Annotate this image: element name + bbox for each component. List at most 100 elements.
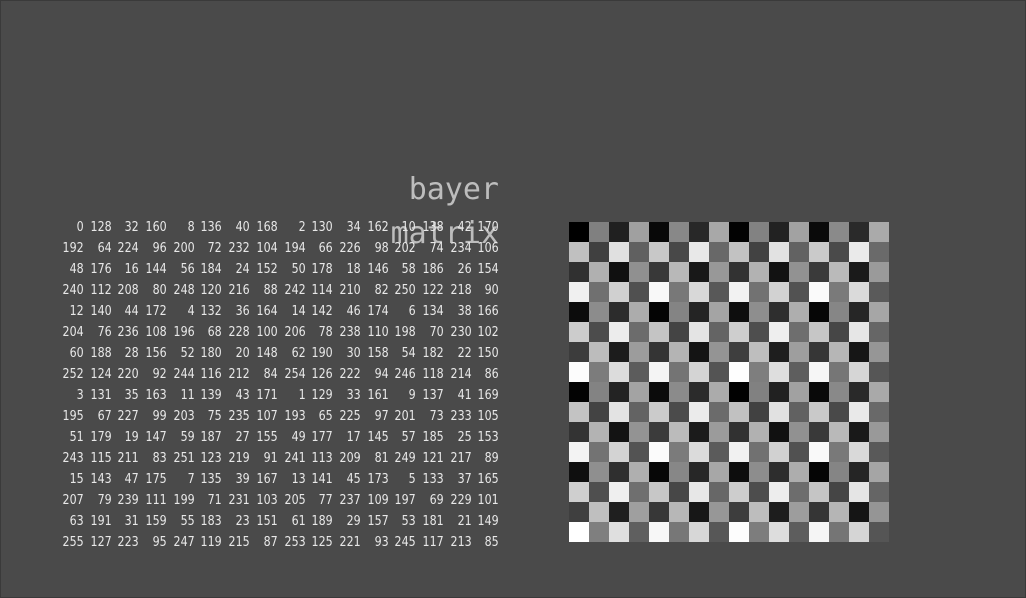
matrix-row: 240 112 208 80 248 120 216 88 242 114 210 82 250 122 2…	[56, 280, 499, 301]
matrix-cell: 130	[311, 219, 333, 235]
matrix-cell: 84	[263, 366, 278, 382]
pattern-cell	[689, 422, 709, 442]
matrix-cell: 213	[450, 534, 472, 550]
matrix-cell: 90	[484, 282, 499, 298]
pattern-cell	[629, 462, 649, 482]
pattern-cell	[769, 382, 789, 402]
matrix-cell: 24	[235, 261, 250, 277]
pattern-cell	[649, 262, 669, 282]
pattern-cell	[869, 522, 889, 542]
pattern-cell	[829, 362, 849, 382]
matrix-cell: 185	[422, 429, 444, 445]
pattern-cell	[569, 362, 589, 382]
matrix-cell: 173	[367, 471, 389, 487]
pattern-cell	[569, 502, 589, 522]
pattern-cell	[749, 442, 769, 462]
pattern-cell	[729, 222, 749, 242]
matrix-cell: 42	[457, 219, 472, 235]
pattern-cell	[589, 242, 609, 262]
matrix-cell: 95	[152, 534, 167, 550]
matrix-cell: 180	[200, 345, 223, 361]
pattern-cell	[829, 342, 849, 362]
pattern-cell	[609, 402, 629, 422]
matrix-cell: 243	[62, 450, 84, 466]
matrix-cell: 163	[145, 387, 167, 403]
matrix-row: 0 128 32 160 8 136 40 168 2 130 34 162 10 138 42 170	[56, 217, 499, 238]
matrix-cell: 247	[173, 534, 195, 550]
pattern-cell	[609, 502, 629, 522]
matrix-cell: 158	[367, 345, 389, 361]
matrix-cell: 47	[124, 471, 140, 487]
pattern-cell	[669, 482, 689, 502]
pattern-cell	[689, 282, 709, 302]
matrix-cell: 184	[200, 261, 223, 277]
matrix-cell: 193	[284, 408, 306, 424]
matrix-row: 195 67 227 99 203 75 235 107 193 65 225 97 201 73 233 1…	[56, 406, 499, 427]
matrix-cell: 196	[173, 324, 195, 340]
pattern-cell	[609, 482, 629, 502]
matrix-cell: 141	[311, 471, 333, 487]
matrix-cell: 54	[401, 345, 416, 361]
pattern-cell	[649, 442, 669, 462]
matrix-cell: 8	[187, 219, 195, 235]
pattern-cell	[749, 362, 769, 382]
matrix-cell: 81	[374, 450, 389, 466]
matrix-cell: 133	[422, 471, 444, 487]
pattern-cell	[769, 282, 789, 302]
matrix-cell: 28	[124, 345, 140, 361]
pattern-cell	[729, 502, 749, 522]
matrix-cell: 167	[256, 471, 278, 487]
pattern-cell	[609, 282, 629, 302]
matrix-cell: 149	[477, 513, 499, 529]
pattern-cell	[869, 462, 889, 482]
matrix-row: 60 188 28 156 52 180 20 148 62 190 30 158 54 182 22 150	[56, 343, 499, 364]
matrix-cell: 234	[450, 240, 472, 256]
matrix-cell: 51	[69, 429, 84, 445]
matrix-cell: 64	[97, 240, 112, 256]
matrix-cell: 126	[311, 366, 333, 382]
pattern-cell	[749, 242, 769, 262]
pattern-cell	[709, 302, 729, 322]
pattern-cell	[569, 442, 589, 462]
matrix-cell: 44	[124, 303, 140, 319]
pattern-cell	[569, 402, 589, 422]
matrix-cell: 27	[235, 429, 250, 445]
pattern-cell	[629, 262, 649, 282]
pattern-cell	[689, 322, 709, 342]
matrix-cell: 251	[173, 450, 195, 466]
matrix-cell: 46	[346, 303, 361, 319]
pattern-cell	[829, 402, 849, 422]
pattern-cell	[609, 382, 629, 402]
matrix-cell: 99	[152, 408, 167, 424]
matrix-cell: 128	[90, 219, 112, 235]
pattern-cell	[669, 442, 689, 462]
matrix-cell: 89	[484, 450, 499, 466]
matrix-cell: 249	[394, 450, 416, 466]
matrix-cell: 230	[450, 324, 472, 340]
pattern-cell	[609, 462, 629, 482]
matrix-cell: 2	[298, 219, 306, 235]
matrix-cell: 241	[284, 450, 306, 466]
matrix-cell: 214	[450, 366, 472, 382]
matrix-cell: 43	[235, 387, 250, 403]
matrix-cell: 35	[124, 387, 140, 403]
pattern-cell	[609, 222, 629, 242]
matrix-cell: 245	[394, 534, 416, 550]
matrix-cell: 255	[62, 534, 84, 550]
matrix-cell: 26	[457, 261, 472, 277]
matrix-cell: 240	[62, 282, 84, 298]
pattern-cell	[689, 502, 709, 522]
matrix-cell: 170	[477, 219, 499, 235]
matrix-cell: 175	[145, 471, 167, 487]
pattern-cell	[869, 242, 889, 262]
pattern-cell	[689, 242, 709, 262]
matrix-cell: 119	[200, 534, 223, 550]
pattern-cell	[769, 322, 789, 342]
pattern-cell	[589, 282, 609, 302]
pattern-cell	[749, 482, 769, 502]
pattern-cell	[669, 522, 689, 542]
matrix-cell: 33	[346, 387, 361, 403]
matrix-cell: 117	[422, 534, 444, 550]
matrix-cell: 220	[117, 366, 140, 382]
matrix-cell: 174	[367, 303, 389, 319]
